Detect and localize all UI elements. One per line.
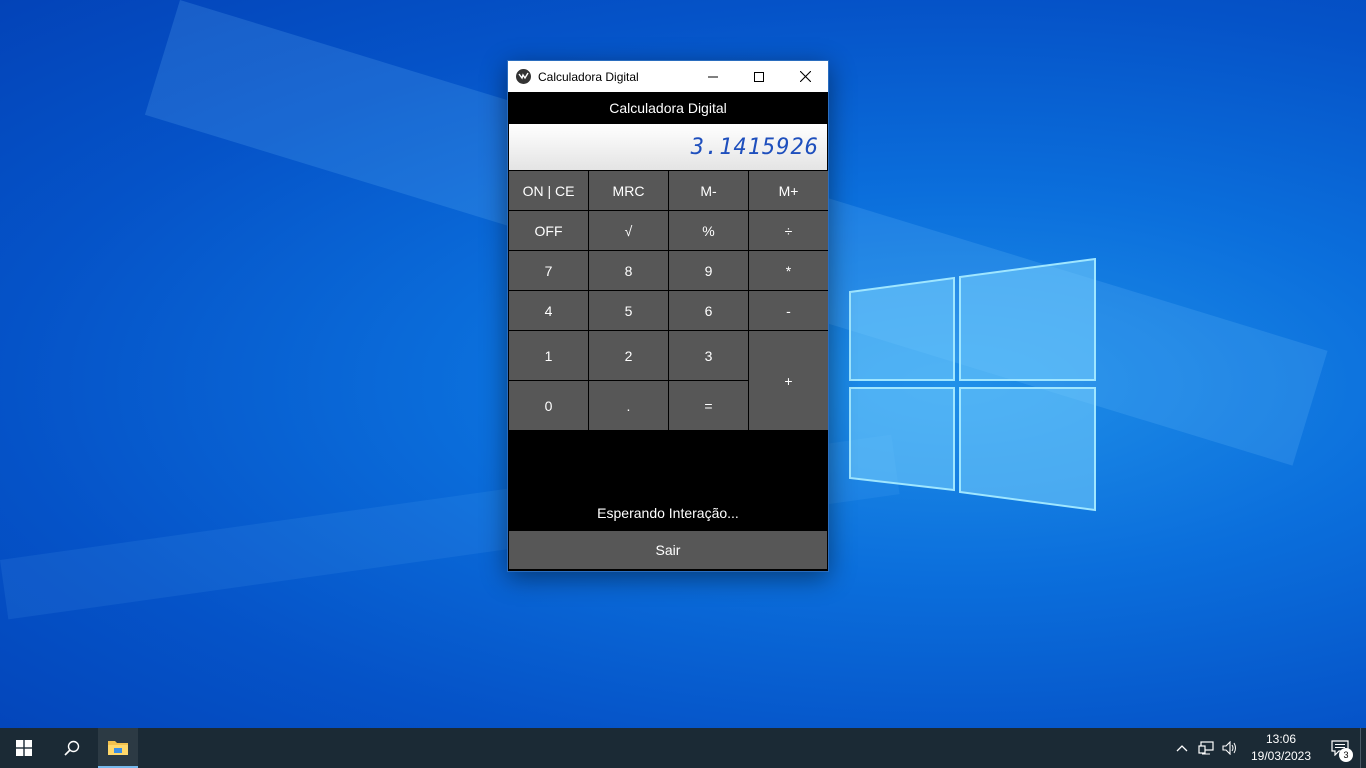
key-1[interactable]: 1: [509, 331, 588, 380]
maximize-icon: [754, 71, 764, 82]
calculator-window: Calculadora Digital Calculadora Digital …: [507, 60, 829, 572]
key-7[interactable]: 7: [509, 251, 588, 290]
key-0[interactable]: 0: [509, 381, 588, 430]
status-area: Esperando Interação...: [508, 433, 828, 531]
start-button[interactable]: [0, 728, 48, 768]
maximize-button[interactable]: [736, 61, 782, 92]
key-9[interactable]: 9: [669, 251, 748, 290]
minimize-button[interactable]: [690, 61, 736, 92]
close-button[interactable]: [782, 61, 828, 92]
search-button[interactable]: [48, 728, 96, 768]
file-explorer-icon: [108, 741, 128, 755]
show-desktop-button[interactable]: [1360, 728, 1366, 768]
close-icon: [799, 71, 811, 82]
clock-date: 19/03/2023: [1250, 749, 1312, 763]
key-m-plus[interactable]: M+: [749, 171, 828, 210]
exit-button[interactable]: Sair: [509, 531, 827, 569]
calculator-display: 3.1415926: [509, 124, 827, 170]
key-m-minus[interactable]: M-: [669, 171, 748, 210]
key-plus[interactable]: +: [749, 331, 828, 430]
windows-start-icon: [16, 740, 32, 756]
notification-count-badge: 3: [1339, 748, 1353, 762]
key-8[interactable]: 8: [589, 251, 668, 290]
key-2[interactable]: 2: [589, 331, 668, 380]
key-4[interactable]: 4: [509, 291, 588, 330]
volume-icon: [1222, 741, 1236, 755]
show-hidden-icons-button[interactable]: [1170, 728, 1194, 768]
title-bar[interactable]: Calculadora Digital: [508, 61, 828, 92]
key-divide[interactable]: ÷: [749, 211, 828, 250]
key-on-ce[interactable]: ON | CE: [509, 171, 588, 210]
windows-logo-wallpaper: [849, 258, 1096, 512]
search-icon: [64, 740, 80, 756]
taskbar-clock[interactable]: 13:06 19/03/2023: [1242, 731, 1320, 765]
network-button[interactable]: [1194, 728, 1218, 768]
keypad: ON | CE MRC M- M+ OFF √% ÷ 7 8 9 * 4 5 6- 1 2 3 +0. =: [509, 171, 828, 433]
minimize-icon: [708, 76, 718, 77]
key-sqrt[interactable]: √: [589, 211, 668, 250]
chevron-up-icon: [1176, 745, 1188, 752]
system-tray: 13:06 19/03/2023 3: [1170, 728, 1366, 768]
taskbar-file-explorer[interactable]: [98, 728, 138, 768]
key-3[interactable]: 3: [669, 331, 748, 380]
volume-button[interactable]: [1218, 728, 1242, 768]
key-5[interactable]: 5: [589, 291, 668, 330]
key-decimal[interactable]: .: [589, 381, 668, 430]
key-multiply[interactable]: *: [749, 251, 828, 290]
key-6[interactable]: 6: [669, 291, 748, 330]
key-percent[interactable]: %: [669, 211, 748, 250]
app-header: Calculadora Digital: [508, 92, 828, 124]
key-equals[interactable]: =: [669, 381, 748, 430]
key-off[interactable]: OFF: [509, 211, 588, 250]
action-center-button[interactable]: 3: [1320, 728, 1360, 768]
network-icon: [1198, 741, 1214, 755]
window-title: Calculadora Digital: [538, 69, 639, 84]
status-text: Esperando Interação...: [597, 505, 739, 521]
app-logo-icon: [516, 69, 531, 84]
key-mrc[interactable]: MRC: [589, 171, 668, 210]
key-minus[interactable]: -: [749, 291, 828, 330]
clock-time: 13:06: [1265, 732, 1297, 746]
taskbar: 13:06 19/03/2023 3: [0, 728, 1366, 768]
